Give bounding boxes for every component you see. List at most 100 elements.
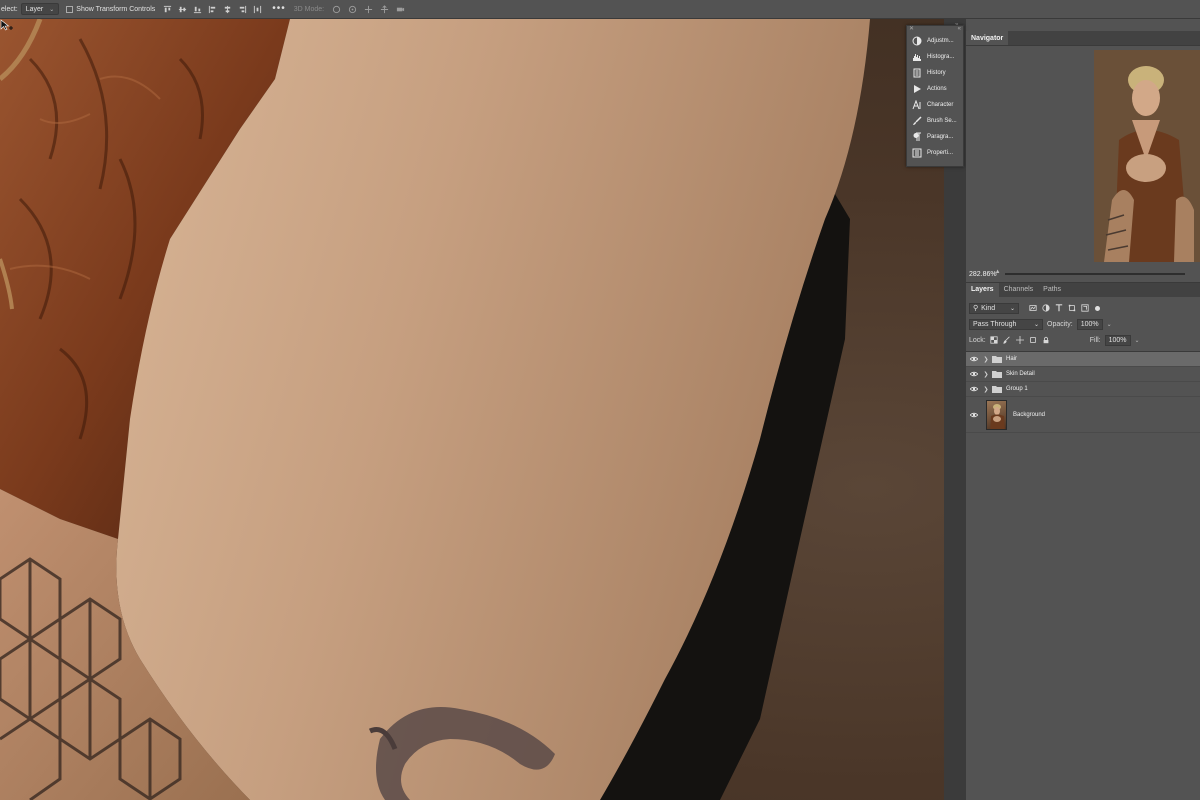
filter-shape-icon[interactable] bbox=[1068, 304, 1076, 312]
visibility-eye-icon[interactable] bbox=[966, 412, 982, 418]
dock-item-paragraph[interactable]: Paragra... bbox=[907, 129, 963, 145]
layer-row-background[interactable]: Background bbox=[966, 397, 1200, 433]
3d-mode-label: 3D Mode: bbox=[293, 5, 325, 13]
properties-icon bbox=[912, 148, 922, 158]
adjustments-icon bbox=[912, 36, 922, 46]
filter-type-buttons bbox=[1029, 304, 1089, 312]
blend-mode-dropdown[interactable]: Pass Through ⌄ bbox=[969, 318, 1043, 330]
lock-image-pixels-icon[interactable] bbox=[1002, 336, 1011, 344]
layer-list: ❯ Hair ❯ Skin Detail ❯ Group 1 Backgroun… bbox=[966, 351, 1200, 433]
filter-kind-value: Kind bbox=[981, 304, 996, 312]
fill-label: Fill: bbox=[1089, 336, 1101, 344]
document-canvas[interactable] bbox=[0, 19, 944, 800]
align-vertical-center-icon[interactable] bbox=[178, 5, 187, 14]
visibility-eye-icon[interactable] bbox=[966, 356, 982, 362]
chevron-down-icon: ⌄ bbox=[49, 6, 55, 13]
filter-smart-object-icon[interactable] bbox=[1081, 304, 1089, 312]
tab-navigator[interactable]: Navigator bbox=[966, 31, 1009, 45]
paragraph-icon bbox=[912, 132, 922, 142]
brush-settings-icon bbox=[912, 116, 922, 126]
dock-item-adjustments[interactable]: Adjustm... bbox=[907, 33, 963, 49]
lock-position-icon[interactable] bbox=[1015, 336, 1024, 344]
dock-item-histogram[interactable]: Histogra... bbox=[907, 49, 963, 65]
show-transform-controls-label: Show Transform Controls bbox=[76, 5, 156, 13]
dock-item-label: Character bbox=[927, 102, 954, 108]
fill-input[interactable]: 100% bbox=[1104, 334, 1131, 346]
dock-item-properties[interactable]: Properti... bbox=[907, 145, 963, 161]
dock-item-label: Histogra... bbox=[927, 54, 955, 60]
history-icon bbox=[912, 68, 922, 78]
filter-toggle-icon[interactable] bbox=[1095, 305, 1100, 311]
align-right-icon[interactable] bbox=[238, 5, 247, 14]
tab-layers[interactable]: Layers bbox=[966, 283, 999, 297]
zoom-level-value[interactable]: 282.86% bbox=[969, 271, 997, 278]
expand-icon[interactable]: « bbox=[958, 26, 961, 33]
layer-name: Background bbox=[1013, 411, 1046, 418]
layers-tab-bar: Layers Channels Paths bbox=[966, 283, 1200, 297]
3d-pan-icon[interactable] bbox=[364, 5, 373, 14]
dock-item-label: Adjustm... bbox=[927, 38, 954, 44]
expand-group-chevron-icon[interactable]: ❯ bbox=[982, 356, 990, 363]
search-icon: ⚲ bbox=[973, 305, 979, 312]
dock-item-label: Brush Se... bbox=[927, 118, 957, 124]
filter-pixel-icon[interactable] bbox=[1029, 304, 1037, 312]
chevron-down-icon: ⌄ bbox=[1009, 305, 1015, 312]
dock-header: ✕ « bbox=[907, 26, 963, 33]
align-top-icon[interactable] bbox=[163, 5, 172, 14]
show-transform-controls-checkbox[interactable] bbox=[66, 5, 74, 13]
folder-icon bbox=[992, 386, 1002, 393]
navigator-preview-image bbox=[1094, 50, 1200, 262]
auto-select-target-value: Layer bbox=[25, 5, 44, 13]
navigator-panel: Navigator 282.86% ▲ bbox=[966, 31, 1200, 282]
more-options-icon[interactable]: ••• bbox=[272, 4, 286, 14]
layer-row-skin-detail[interactable]: ❯ Skin Detail bbox=[966, 367, 1200, 382]
chevron-down-icon[interactable]: ⌄ bbox=[1135, 337, 1140, 344]
zoom-slider[interactable]: ▲ bbox=[995, 269, 1185, 275]
dock-item-actions[interactable]: Actions bbox=[907, 81, 963, 97]
dock-item-brush-settings[interactable]: Brush Se... bbox=[907, 113, 963, 129]
lock-buttons bbox=[990, 336, 1050, 344]
opacity-input[interactable]: 100% bbox=[1076, 318, 1103, 330]
align-bottom-icon[interactable] bbox=[193, 5, 202, 14]
visibility-eye-icon[interactable] bbox=[966, 386, 982, 392]
lock-transparent-pixels-icon[interactable] bbox=[990, 336, 998, 344]
expand-group-chevron-icon[interactable]: ❯ bbox=[982, 386, 990, 393]
align-horizontal-center-icon[interactable] bbox=[223, 5, 232, 14]
filter-type-icon[interactable] bbox=[1055, 304, 1063, 312]
tab-channels[interactable]: Channels bbox=[999, 283, 1039, 297]
tab-paths[interactable]: Paths bbox=[1038, 283, 1066, 297]
3d-orbit-icon[interactable] bbox=[332, 5, 341, 14]
dock-item-character[interactable]: Character bbox=[907, 97, 963, 113]
filter-adjustment-icon[interactable] bbox=[1042, 304, 1050, 312]
layer-row-group-1[interactable]: ❯ Group 1 bbox=[966, 382, 1200, 397]
folder-icon bbox=[992, 371, 1002, 378]
align-left-icon[interactable] bbox=[208, 5, 217, 14]
lock-artboard-icon[interactable] bbox=[1029, 336, 1037, 344]
options-bar: elect: Layer ⌄ Show Transform Controls •… bbox=[0, 0, 1200, 19]
layer-thumbnail-image bbox=[990, 403, 1005, 429]
filter-kind-dropdown[interactable]: ⚲ Kind ⌄ bbox=[969, 302, 1019, 314]
layers-panel: Layers Channels Paths ⚲ Kind ⌄ Pass Thro… bbox=[966, 282, 1200, 800]
lock-all-icon[interactable] bbox=[1042, 336, 1050, 344]
navigator-zoom-bar: 282.86% ▲ bbox=[966, 266, 1200, 282]
auto-select-target-dropdown[interactable]: Layer ⌄ bbox=[20, 3, 60, 15]
dock-item-label: Actions bbox=[927, 86, 947, 92]
visibility-eye-icon[interactable] bbox=[966, 371, 982, 377]
chevron-down-icon: ⌄ bbox=[1033, 321, 1039, 328]
3d-slide-icon[interactable] bbox=[380, 4, 389, 14]
close-icon[interactable]: ✕ bbox=[909, 26, 914, 33]
dock-item-history[interactable]: History bbox=[907, 65, 963, 81]
chevron-down-icon[interactable]: ⌄ bbox=[1107, 321, 1112, 328]
3d-scale-icon[interactable] bbox=[396, 5, 405, 14]
zoom-out-mountain-icon[interactable]: ▲ bbox=[995, 269, 1001, 275]
3d-roll-icon[interactable] bbox=[348, 5, 357, 14]
blend-opacity-row: Pass Through ⌄ Opacity: 100% ⌄ bbox=[966, 316, 1200, 332]
layer-row-hair[interactable]: ❯ Hair bbox=[966, 352, 1200, 367]
navigator-thumbnail[interactable] bbox=[1094, 50, 1200, 262]
distribute-icon[interactable] bbox=[253, 5, 262, 14]
histogram-icon bbox=[912, 52, 922, 62]
layer-filter-row: ⚲ Kind ⌄ bbox=[966, 300, 1200, 316]
expand-group-chevron-icon[interactable]: ❯ bbox=[982, 371, 990, 378]
layer-name: Group 1 bbox=[1006, 386, 1028, 392]
collapsed-panel-dock: ✕ « Adjustm... Histogra... History Actio… bbox=[906, 25, 964, 167]
